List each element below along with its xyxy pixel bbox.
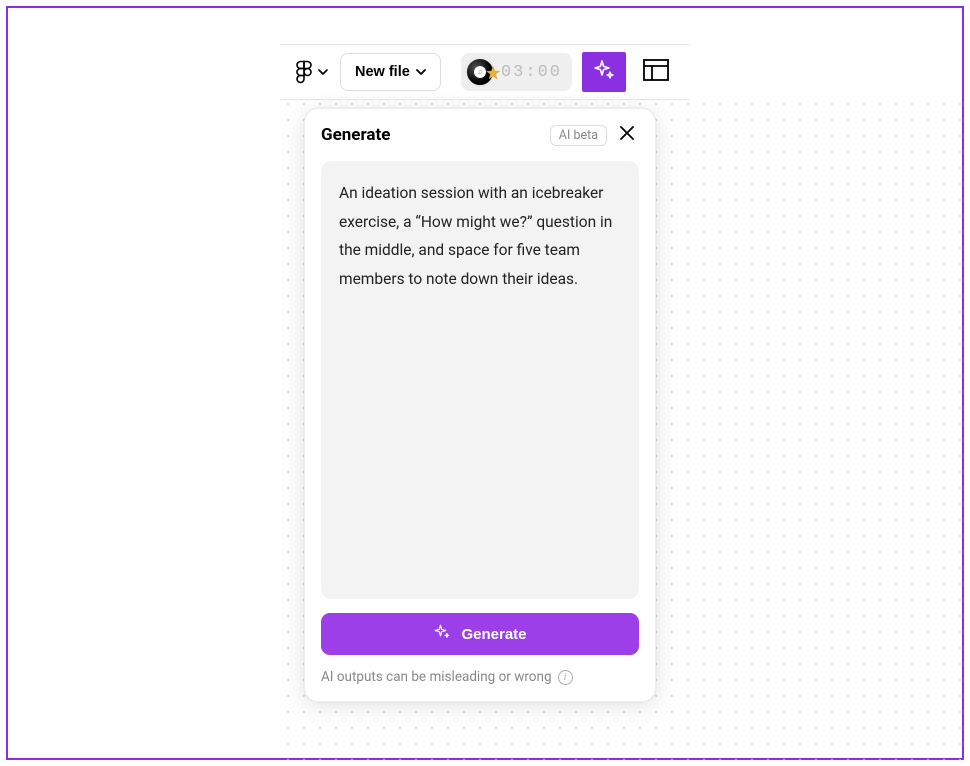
chevron-down-icon <box>318 67 328 77</box>
panel-header: Generate AI beta <box>321 123 639 147</box>
generate-button[interactable]: Generate <box>321 613 639 655</box>
timer-value: 03:00 <box>501 63 562 82</box>
chevron-down-icon <box>416 67 426 77</box>
close-button[interactable] <box>615 123 639 147</box>
ai-beta-badge: AI beta <box>550 125 607 146</box>
layout-icon <box>643 59 669 85</box>
top-toolbar: New file ♫ 03:00 <box>280 44 690 100</box>
timer-widget[interactable]: ♫ 03:00 <box>461 53 572 91</box>
layout-view-button[interactable] <box>636 52 676 92</box>
ai-sparkle-button[interactable] <box>582 52 626 92</box>
music-disc-icon: ♫ <box>465 57 495 87</box>
figma-logo-icon <box>296 60 312 84</box>
ai-disclaimer: AI outputs can be misleading or wrong i <box>321 669 639 685</box>
app-menu-button[interactable] <box>294 56 330 88</box>
panel-title: Generate <box>321 125 542 145</box>
prompt-text: An ideation session with an icebreaker e… <box>339 184 612 288</box>
info-icon[interactable]: i <box>558 670 573 685</box>
new-file-label: New file <box>355 64 410 80</box>
generate-button-label: Generate <box>461 626 526 643</box>
sparkle-icon <box>592 58 616 86</box>
disclaimer-text: AI outputs can be misleading or wrong <box>321 669 552 685</box>
close-icon <box>619 125 635 145</box>
prompt-textarea[interactable]: An ideation session with an icebreaker e… <box>321 161 639 599</box>
sparkle-icon <box>433 623 451 645</box>
new-file-button[interactable]: New file <box>340 53 441 91</box>
generate-panel: Generate AI beta An ideation session wit… <box>304 108 656 702</box>
